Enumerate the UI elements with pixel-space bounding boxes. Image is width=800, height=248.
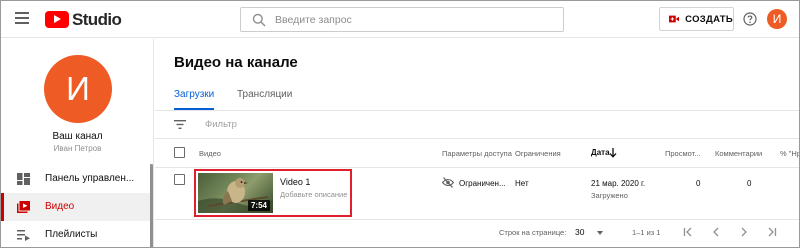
- prev-page-icon[interactable]: [710, 226, 722, 238]
- sidebar-item-label: Плейлисты: [45, 229, 98, 240]
- sidebar-item-videos[interactable]: Видео: [1, 193, 150, 221]
- search-box[interactable]: [240, 7, 564, 32]
- search-input[interactable]: [275, 13, 555, 26]
- select-all-checkbox[interactable]: [174, 147, 185, 158]
- video-title[interactable]: Video 1: [280, 177, 310, 187]
- arrow-down-icon[interactable]: [609, 148, 617, 158]
- date-value: 21 мар. 2020 г.: [591, 179, 646, 188]
- video-library-icon: [17, 201, 30, 213]
- create-button[interactable]: СОЗДАТЬ: [659, 7, 734, 31]
- sidebar-item-label: Видео: [45, 201, 75, 212]
- last-page-icon[interactable]: [766, 226, 778, 238]
- column-header-video: Видео: [199, 149, 221, 158]
- divider: [155, 219, 799, 220]
- studio-logo[interactable]: Studio: [45, 9, 122, 29]
- rows-per-page-label: Строк на странице:: [499, 228, 567, 237]
- sidebar-item-label: Панель управлен...: [45, 173, 135, 184]
- menu-icon[interactable]: [15, 12, 29, 24]
- channel-avatar[interactable]: И: [44, 55, 112, 123]
- sidebar-item-playlists[interactable]: Плейлисты: [1, 221, 150, 247]
- logo-text: Studio: [72, 9, 122, 29]
- channel-title: Ваш канал: [52, 131, 103, 142]
- dashboard-icon: [17, 173, 30, 185]
- eye-off-icon: [442, 177, 454, 188]
- divider: [155, 167, 799, 168]
- first-page-icon[interactable]: [682, 226, 694, 238]
- create-label: СОЗДАТЬ: [685, 13, 733, 25]
- visibility-value[interactable]: Ограничен...: [459, 179, 506, 188]
- restrictions-value: Нет: [515, 179, 529, 188]
- column-header-restrictions: Ограничения: [515, 149, 561, 158]
- tab-uploads[interactable]: Загрузки: [174, 89, 214, 100]
- page-range: 1–1 из 1: [632, 228, 661, 237]
- top-bar: Studio СОЗДАТЬ И: [1, 1, 799, 38]
- video-thumbnail[interactable]: 7:54: [198, 173, 273, 213]
- video-description[interactable]: Добавьте описание: [280, 190, 347, 199]
- sidebar-scrollbar[interactable]: [150, 164, 153, 247]
- caret-down-icon[interactable]: [597, 231, 603, 235]
- rows-per-page-select[interactable]: 30: [575, 227, 584, 237]
- column-header-date[interactable]: Дата: [591, 148, 610, 157]
- channel-owner: Иван Петров: [53, 144, 102, 153]
- filter-input[interactable]: Фильтр: [205, 119, 237, 130]
- divider: [155, 138, 799, 139]
- row-checkbox[interactable]: [174, 174, 185, 185]
- search-icon[interactable]: [252, 13, 266, 27]
- column-header-views: Просмот...: [665, 149, 701, 158]
- next-page-icon[interactable]: [738, 226, 750, 238]
- comments-value: 0: [747, 179, 752, 188]
- playlist-icon: [17, 230, 30, 241]
- app-window: Studio СОЗДАТЬ И И Ваш кана: [0, 0, 800, 248]
- column-header-comments: Комментарии: [715, 149, 763, 158]
- column-header-visibility: Параметры доступа: [442, 149, 512, 158]
- filter-icon[interactable]: [174, 120, 186, 129]
- column-header-likes: % "Нр...: [780, 149, 800, 158]
- help-icon[interactable]: [743, 12, 757, 26]
- date-status: Загружено: [591, 191, 628, 200]
- sidebar-item-dashboard[interactable]: Панель управлен...: [1, 165, 150, 193]
- divider: [155, 110, 799, 111]
- tab-live[interactable]: Трансляции: [237, 89, 292, 100]
- views-value: 0: [696, 179, 701, 188]
- video-duration: 7:54: [247, 200, 270, 211]
- account-avatar[interactable]: И: [767, 9, 787, 29]
- youtube-play-icon: [45, 11, 69, 28]
- sidebar: И Ваш канал Иван Петров Панель управлен.…: [1, 39, 154, 247]
- video-camera-icon: [669, 15, 680, 23]
- page-title: Видео на канале: [174, 54, 298, 71]
